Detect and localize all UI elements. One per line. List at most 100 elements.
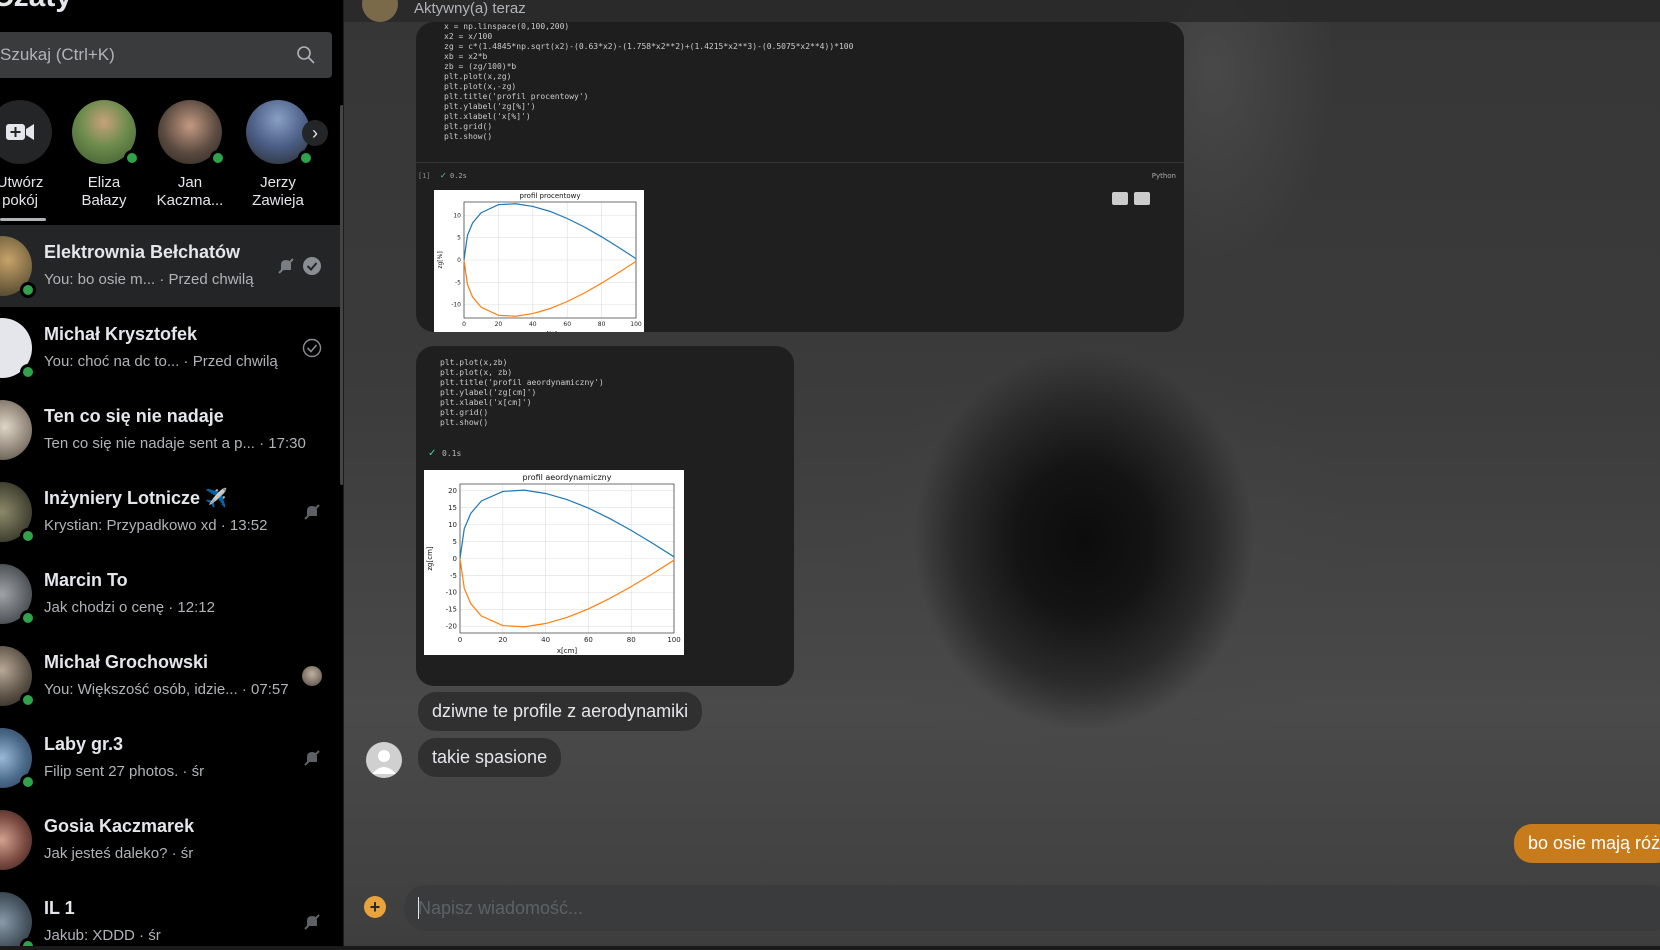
sent-message[interactable]: bo osie mają róż — [1514, 824, 1660, 863]
chat-item-elektrownia[interactable]: Elektrownia Bełchatów You: bo osie m... … — [0, 225, 340, 307]
code-block: plt.plot(x,zb) plt.plot(x, zb) plt.title('… — [440, 358, 604, 428]
code-line: plt.show() — [440, 418, 489, 427]
message-composer[interactable] — [404, 885, 1660, 931]
stories-next-button[interactable]: › — [302, 120, 328, 146]
chart-title: profil aeordynamiczny — [523, 473, 612, 482]
check-icon: ✓ — [440, 171, 447, 180]
story-jan[interactable]: Jan Kaczma... — [148, 100, 232, 210]
code-line: x = np.linspace(0,100,200) — [444, 22, 570, 31]
x-tick-label: 20 — [495, 321, 503, 328]
story-label-line2: Kaczma... — [156, 192, 224, 209]
chevron-right-icon: › — [312, 122, 318, 143]
story-create-room[interactable]: Utwórz pokój — [0, 100, 62, 210]
y-axis-label: zg[cm] — [426, 546, 434, 571]
code-line: zg = c*(1.4845*np.sqrt(x2)-(0.63*x2)-(1.… — [444, 42, 854, 51]
chat-preview: Krystian: Przypadkowo xd · 13:52 — [44, 517, 268, 534]
search-input[interactable]: Szukaj (Ctrl+K) — [0, 32, 332, 78]
active-status: Aktywny(a) teraz — [414, 0, 526, 17]
chat-list: Elektrownia Bełchatów You: bo osie m... … — [0, 225, 340, 950]
online-indicator — [298, 150, 314, 166]
chat-name: IL 1 — [44, 898, 75, 918]
y-tick-label: 0 — [457, 257, 461, 264]
story-label-line2: pokój — [2, 192, 38, 209]
x-tick-label: 100 — [630, 321, 642, 328]
sent-check-icon — [302, 338, 322, 358]
avatar — [0, 236, 36, 298]
read-check-icon — [303, 257, 321, 275]
image-message[interactable]: x = np.linspace(0,100,200) x2 = x/100 zg =… — [416, 22, 1184, 332]
chat-preview: Jakub: XDDD · śr — [44, 927, 161, 944]
avatar — [0, 728, 36, 790]
avatar — [0, 400, 32, 460]
default-user-icon — [372, 750, 396, 774]
chat-item-marcin-to[interactable]: Marcin To Jak chodzi o cenę · 12:12 — [0, 553, 340, 635]
received-message[interactable]: dziwne te profile z aerodynamiki — [418, 692, 703, 731]
online-indicator — [20, 528, 36, 544]
y-tick-label: 10 — [453, 212, 461, 219]
story-eliza[interactable]: Eliza Bałazy — [62, 100, 146, 210]
y-tick-label: -20 — [446, 623, 457, 631]
chat-item-gosia-kaczmarek[interactable]: Gosia Kaczmarek Jak jesteś daleko? · śr — [0, 799, 340, 881]
chat-item-michal-grochowski[interactable]: Michał Grochowski You: Większość osób, i… — [0, 635, 340, 717]
code-line: x2 = x/100 — [444, 32, 493, 41]
window-bottom-edge — [0, 946, 1660, 950]
avatar — [246, 100, 314, 166]
x-tick-label: 60 — [584, 636, 593, 644]
chat-name: Marcin To — [44, 570, 128, 590]
x-tick-label: 100 — [667, 636, 680, 644]
online-indicator — [20, 282, 36, 298]
code-line: plt.xlabel('x[cm]') — [440, 398, 532, 407]
image-message[interactable]: plt.plot(x,zb) plt.plot(x, zb) plt.title('… — [416, 346, 794, 686]
story-label-line1: Utwórz — [0, 174, 44, 191]
chart-background — [434, 190, 644, 332]
sender-avatar[interactable] — [366, 742, 402, 778]
search-icon[interactable] — [296, 45, 316, 65]
chat-preview: You: choć na dc to... · Przed chwilą — [44, 353, 278, 370]
code-line: plt.plot(x,zb) — [440, 358, 508, 367]
received-message[interactable]: takie spasione — [418, 738, 562, 777]
story-label-line1: Jerzy — [260, 174, 296, 191]
chat-item-michal-krysztofek[interactable]: Michał Krysztofek You: choć na dc to... … — [0, 307, 340, 389]
x-axis-label: x[%] — [543, 331, 557, 332]
search-placeholder: Szukaj (Ctrl+K) — [0, 45, 115, 64]
copy-icon[interactable] — [1134, 192, 1150, 205]
chat-preview: Jak jesteś daleko? · śr — [44, 845, 194, 862]
avatar — [72, 100, 140, 166]
check-icon: ✓ — [428, 448, 437, 459]
chat-item-il1[interactable]: IL 1 Jakub: XDDD · śr — [0, 881, 340, 950]
exec-time: 0.1s — [442, 449, 462, 458]
plus-icon: + — [369, 897, 381, 917]
chat-item-laby-gr3[interactable]: Laby gr.3 Filip sent 27 photos. · śr — [0, 717, 340, 799]
message-input[interactable] — [418, 885, 1318, 931]
markdown-icon[interactable] — [1112, 192, 1128, 205]
text-caret — [418, 897, 419, 919]
code-line: plt.plot(x, zb) — [440, 368, 513, 377]
chat-sidebar: Czaty Szukaj (Ctrl+K) Utwórz pokój — [0, 0, 344, 950]
cell-index: [1] — [418, 172, 431, 180]
y-tick-label: -10 — [451, 302, 461, 309]
chat-item-ten-co-sie-nie-nadaje[interactable]: Ten co się nie nadaje Ten co się nie nad… — [0, 389, 340, 471]
y-tick-label: 20 — [448, 487, 457, 495]
y-tick-label: -5 — [450, 572, 457, 580]
create-room-avatar — [0, 100, 52, 164]
avatar — [0, 646, 36, 708]
code-line: plt.grid() — [444, 122, 493, 131]
stories-scroll-indicator — [0, 218, 46, 221]
x-tick-label: 0 — [462, 321, 466, 328]
avatar — [158, 100, 226, 166]
avatar — [0, 892, 36, 950]
muted-bell-icon — [278, 258, 294, 274]
exec-time: 0.2s — [450, 172, 467, 180]
y-tick-label: -5 — [455, 279, 461, 286]
stories-row: Utwórz pokój Eliza Bałazy Jan Kaczma... … — [0, 100, 340, 220]
online-indicator — [124, 150, 140, 166]
story-jerzy[interactable]: Jerzy Zawieja — [236, 100, 320, 210]
muted-bell-icon — [304, 750, 320, 766]
y-tick-label: 5 — [453, 538, 457, 546]
chat-item-inzyniery-lotnicze[interactable]: Inżyniery Lotnicze ✈️ Krystian: Przypadk… — [0, 471, 340, 553]
muted-bell-icon — [304, 504, 320, 520]
add-attachment-button[interactable]: + — [364, 896, 386, 918]
video-plus-icon — [6, 124, 34, 140]
code-cell: x = np.linspace(0,100,200) x2 = x/100 zg =… — [416, 22, 1184, 162]
header-avatar[interactable] — [362, 0, 398, 22]
